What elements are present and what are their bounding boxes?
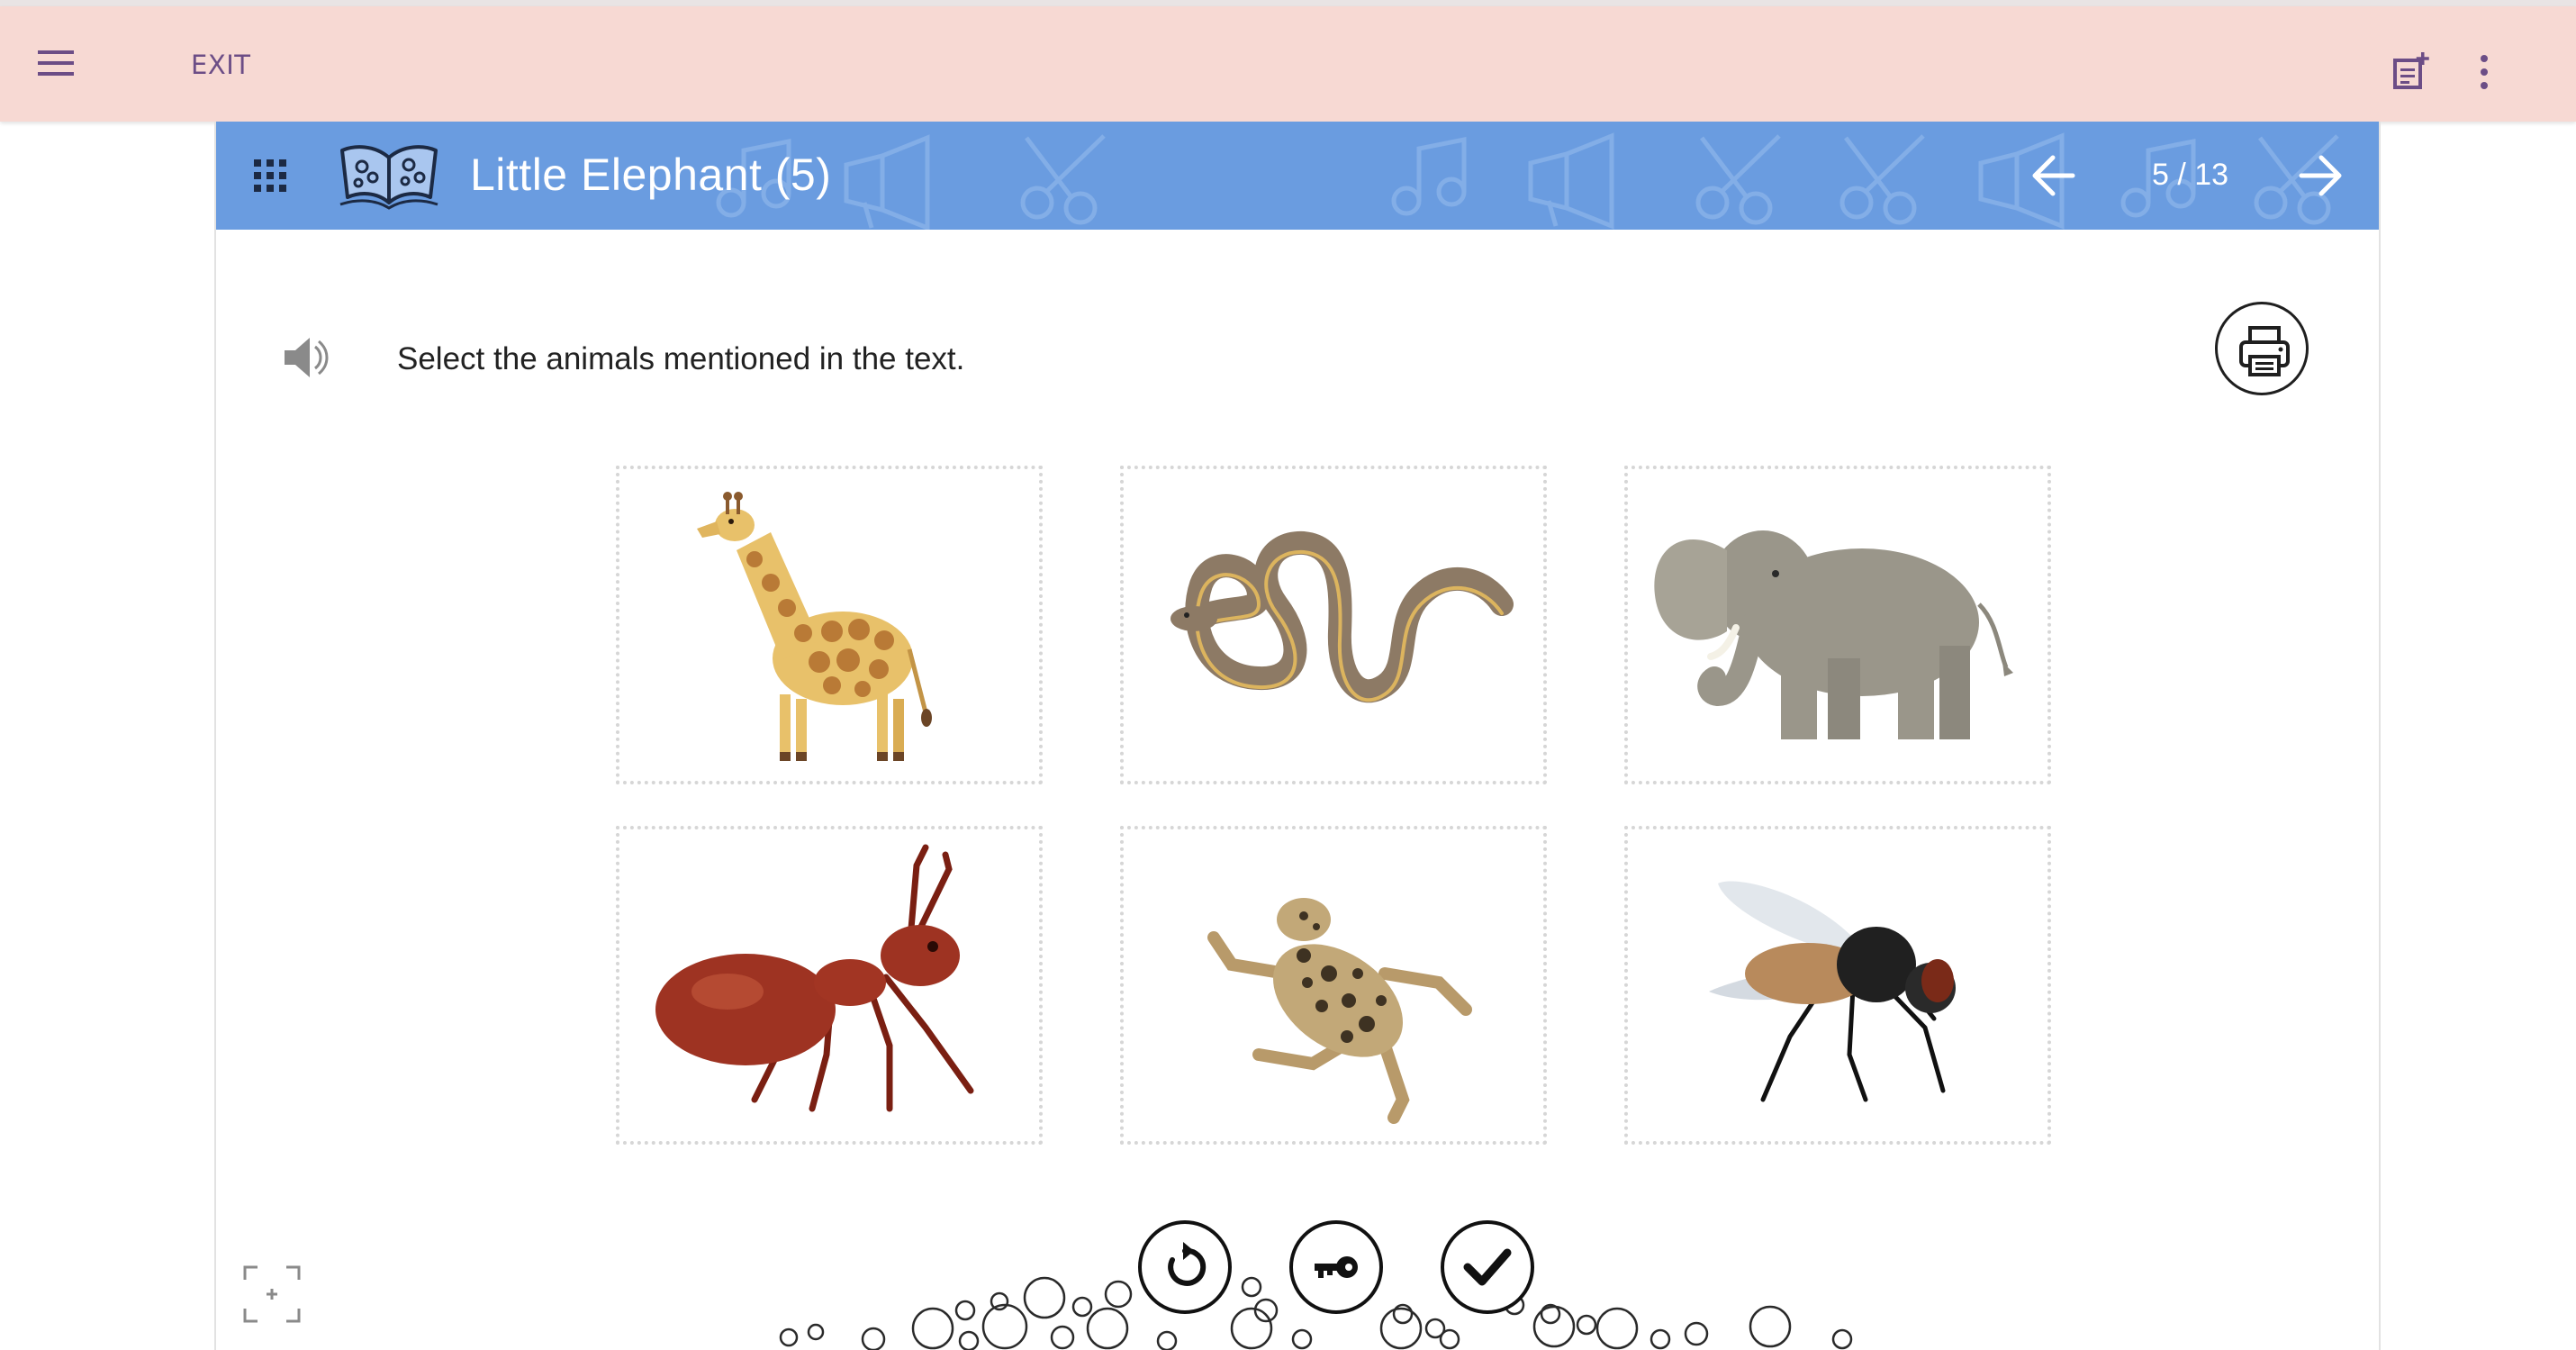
key-icon: [1315, 1256, 1358, 1278]
elephant-image: [1654, 530, 2013, 739]
more-vertical-icon[interactable]: [2471, 53, 2498, 91]
choice-frog[interactable]: [1120, 826, 1547, 1145]
check-icon: [1463, 1248, 1512, 1286]
exit-button[interactable]: EXIT: [191, 50, 250, 80]
instruction-text: Select the animals mentioned in the text…: [397, 341, 965, 376]
frog-image: [1207, 898, 1472, 1124]
exercise-card: Little Elephant (5) 5 / 13 Select the an…: [214, 122, 2381, 1350]
activity-title: Little Elephant (5): [470, 149, 832, 200]
speaker-icon[interactable]: [279, 331, 333, 385]
page-counter: 5 / 13: [2152, 158, 2229, 192]
app-bar: EXIT: [0, 6, 2576, 122]
printer-icon: [2239, 326, 2290, 376]
print-button[interactable]: [2215, 302, 2309, 395]
fullscreen-icon[interactable]: [243, 1265, 301, 1323]
choice-ant[interactable]: [616, 826, 1043, 1145]
choice-giraffe[interactable]: [616, 466, 1043, 784]
hamburger-icon[interactable]: [36, 48, 77, 78]
ant-image: [655, 844, 974, 1112]
activity-banner: Little Elephant (5) 5 / 13: [216, 122, 2379, 230]
choice-fly[interactable]: [1624, 826, 2051, 1145]
note-add-icon[interactable]: [2391, 51, 2431, 91]
apps-grid-icon[interactable]: [254, 159, 286, 192]
window-top-edge: [0, 0, 2576, 6]
reset-button[interactable]: [1138, 1220, 1232, 1314]
check-button[interactable]: [1441, 1220, 1534, 1314]
arrow-left-icon[interactable]: [2029, 152, 2076, 199]
choice-elephant[interactable]: [1624, 466, 2051, 784]
choice-snake[interactable]: [1120, 466, 1547, 784]
open-book-icon: [339, 145, 438, 210]
reset-icon: [1168, 1242, 1207, 1286]
snake-image: [1170, 531, 1514, 703]
fly-image: [1709, 881, 1956, 1102]
arrow-right-icon[interactable]: [2298, 152, 2345, 199]
solution-key-button[interactable]: [1289, 1220, 1383, 1314]
giraffe-image: [697, 492, 932, 761]
